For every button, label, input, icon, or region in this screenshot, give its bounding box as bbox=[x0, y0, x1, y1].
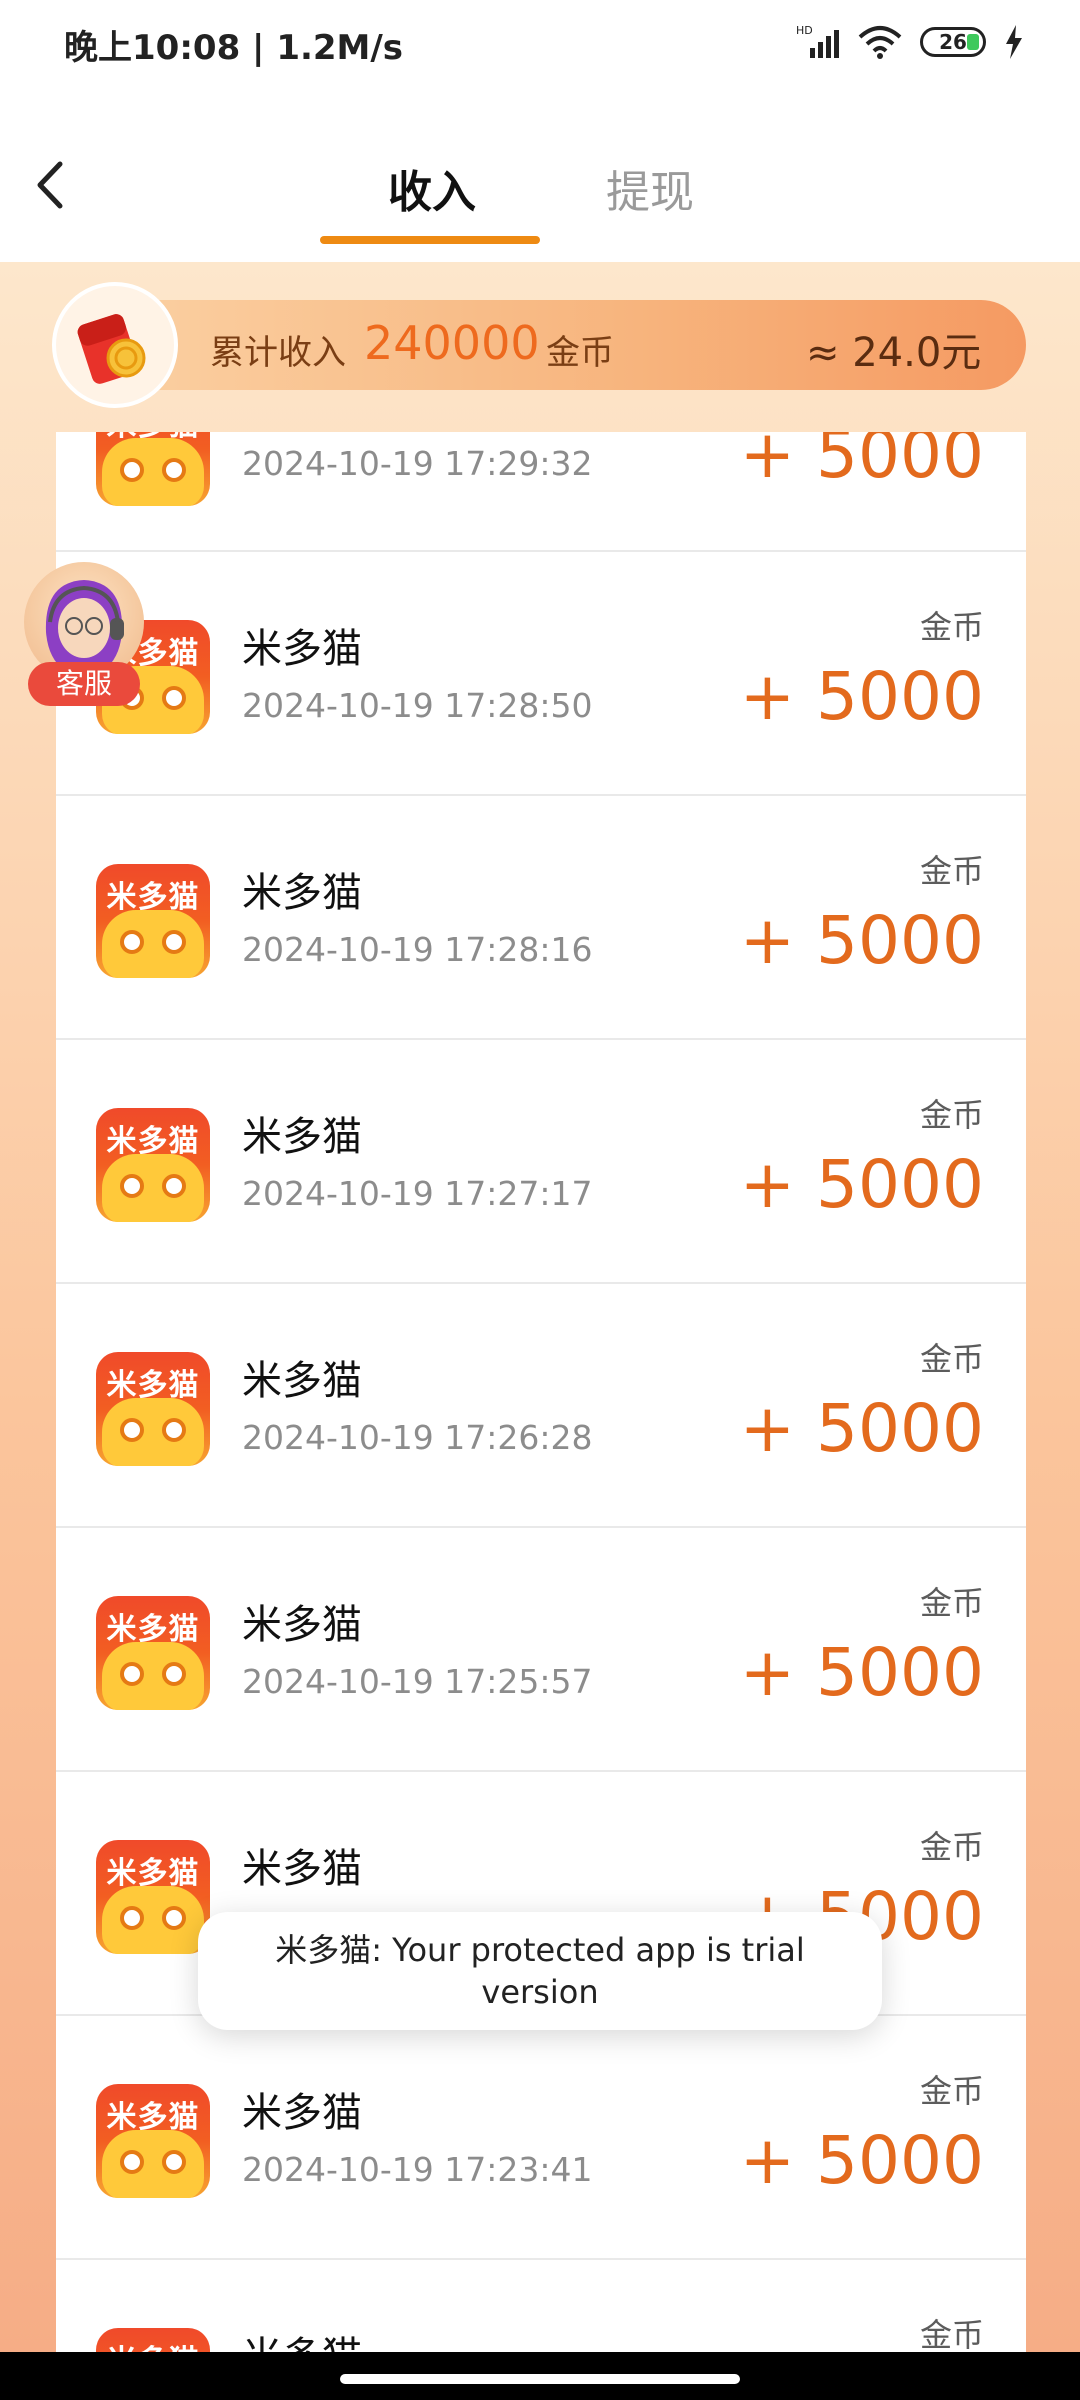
summary-yuan-equivalent: ≈ 24.0元 bbox=[806, 330, 982, 376]
header: 收入 提现 bbox=[0, 90, 1080, 262]
toast-text: 米多猫: Your protected app is trial version bbox=[275, 1931, 805, 2011]
row-amount: + 5000 bbox=[739, 902, 984, 979]
row-time: 2024-10-19 17:23:41 bbox=[242, 2150, 593, 2189]
row-name: 米多猫 bbox=[242, 2324, 362, 2352]
back-arrow-icon bbox=[37, 161, 63, 209]
status-time: 晚上10:08 | 1.2M/s bbox=[64, 28, 404, 68]
battery-icon: 26 bbox=[920, 27, 986, 57]
row-time: 2024-10-19 17:26:28 bbox=[242, 1418, 593, 1457]
row-unit: 金币 bbox=[919, 1584, 984, 1622]
wifi-icon bbox=[858, 25, 902, 59]
home-gesture-handle[interactable] bbox=[340, 2374, 740, 2384]
app-icon: 米多猫 bbox=[96, 864, 210, 978]
battery-level: 26 bbox=[939, 30, 967, 54]
system-nav-bar bbox=[0, 2352, 1080, 2400]
app-icon: 米多猫 bbox=[96, 432, 210, 506]
customer-service-button[interactable]: 客服 bbox=[20, 562, 144, 712]
row-unit: 金币 bbox=[919, 2316, 984, 2352]
tab-withdraw[interactable]: 提现 bbox=[606, 156, 694, 220]
list-item[interactable]: 米多猫 米多猫 金币 bbox=[56, 2260, 1026, 2352]
tab-income[interactable]: 收入 bbox=[388, 156, 476, 220]
red-envelope-icon bbox=[52, 282, 178, 408]
list-item[interactable]: 米多猫 米多猫 2024-10-19 17:23:41 金币 + 5000 bbox=[56, 2016, 1026, 2260]
row-unit: 金币 bbox=[919, 2072, 984, 2110]
row-name: 米多猫 bbox=[242, 870, 362, 916]
income-record-list: 米多猫 金币 2024-10-19 17:29:32 + 5000 米多猫 米多… bbox=[56, 432, 1026, 2352]
row-amount: + 5000 bbox=[739, 1146, 984, 1223]
row-amount: + 5000 bbox=[739, 1634, 984, 1711]
row-unit: 金币 bbox=[919, 1340, 984, 1378]
row-time: 2024-10-19 17:27:17 bbox=[242, 1174, 593, 1213]
row-amount: + 5000 bbox=[739, 2122, 984, 2199]
toast-message: 米多猫: Your protected app is trial version bbox=[198, 1912, 882, 2030]
row-time: 2024-10-19 17:28:50 bbox=[242, 686, 593, 725]
customer-service-label: 客服 bbox=[28, 662, 140, 706]
row-time: 2024-10-19 17:29:32 bbox=[242, 444, 593, 483]
app-icon: 米多猫 bbox=[96, 1840, 210, 1954]
list-item[interactable]: 米多猫 金币 2024-10-19 17:29:32 + 5000 bbox=[56, 432, 1026, 552]
row-name: 米多猫 bbox=[242, 1114, 362, 1160]
summary-amount: 240000 bbox=[364, 316, 540, 370]
row-unit: 金币 bbox=[919, 1096, 984, 1134]
list-item[interactable]: 米多猫 米多猫 2024-10-19 17:26:28 金币 + 5000 bbox=[56, 1284, 1026, 1528]
list-item[interactable]: 米多猫 米多猫 2024-10-19 17:25:57 金币 + 5000 bbox=[56, 1528, 1026, 1772]
row-time: 2024-10-19 17:28:16 bbox=[242, 930, 593, 969]
list-item[interactable]: 米多猫 米多猫 2024-10-19 17:28:16 金币 + 5000 bbox=[56, 796, 1026, 1040]
row-name: 米多猫 bbox=[242, 1602, 362, 1648]
back-button[interactable] bbox=[20, 150, 90, 220]
list-item[interactable]: 米多猫 米多猫 2024-10-19 17:28:50 金币 + 5000 bbox=[56, 552, 1026, 796]
app-icon: 米多猫 bbox=[96, 2328, 210, 2352]
active-tab-indicator bbox=[320, 236, 540, 244]
hd-label: HD bbox=[796, 24, 813, 37]
signal-icon: HD bbox=[796, 24, 840, 60]
app-icon: 米多猫 bbox=[96, 2084, 210, 2198]
row-amount: + 5000 bbox=[739, 658, 984, 735]
row-amount: + 5000 bbox=[739, 1390, 984, 1467]
summary-unit: 金币 bbox=[546, 333, 614, 373]
row-name: 米多猫 bbox=[242, 1846, 362, 1892]
app-icon: 米多猫 bbox=[96, 1108, 210, 1222]
row-name: 米多猫 bbox=[242, 1358, 362, 1404]
row-name: 米多猫 bbox=[242, 626, 362, 672]
app-icon: 米多猫 bbox=[96, 1352, 210, 1466]
summary-label: 累计收入 bbox=[210, 333, 346, 373]
row-amount: + 5000 bbox=[739, 432, 984, 493]
list-item[interactable]: 米多猫 米多猫 2024-10-19 17:27:17 金币 + 5000 bbox=[56, 1040, 1026, 1284]
row-unit: 金币 bbox=[919, 1828, 984, 1866]
row-time: 2024-10-19 17:25:57 bbox=[242, 1662, 593, 1701]
app-icon: 米多猫 bbox=[96, 1596, 210, 1710]
status-icons: HD 26 bbox=[796, 22, 1024, 62]
row-unit: 金币 bbox=[919, 608, 984, 646]
row-name: 米多猫 bbox=[242, 2090, 362, 2136]
status-bar: 晚上10:08 | 1.2M/s HD 26 bbox=[0, 0, 1080, 90]
charging-icon bbox=[1004, 25, 1024, 59]
row-unit: 金币 bbox=[919, 852, 984, 890]
